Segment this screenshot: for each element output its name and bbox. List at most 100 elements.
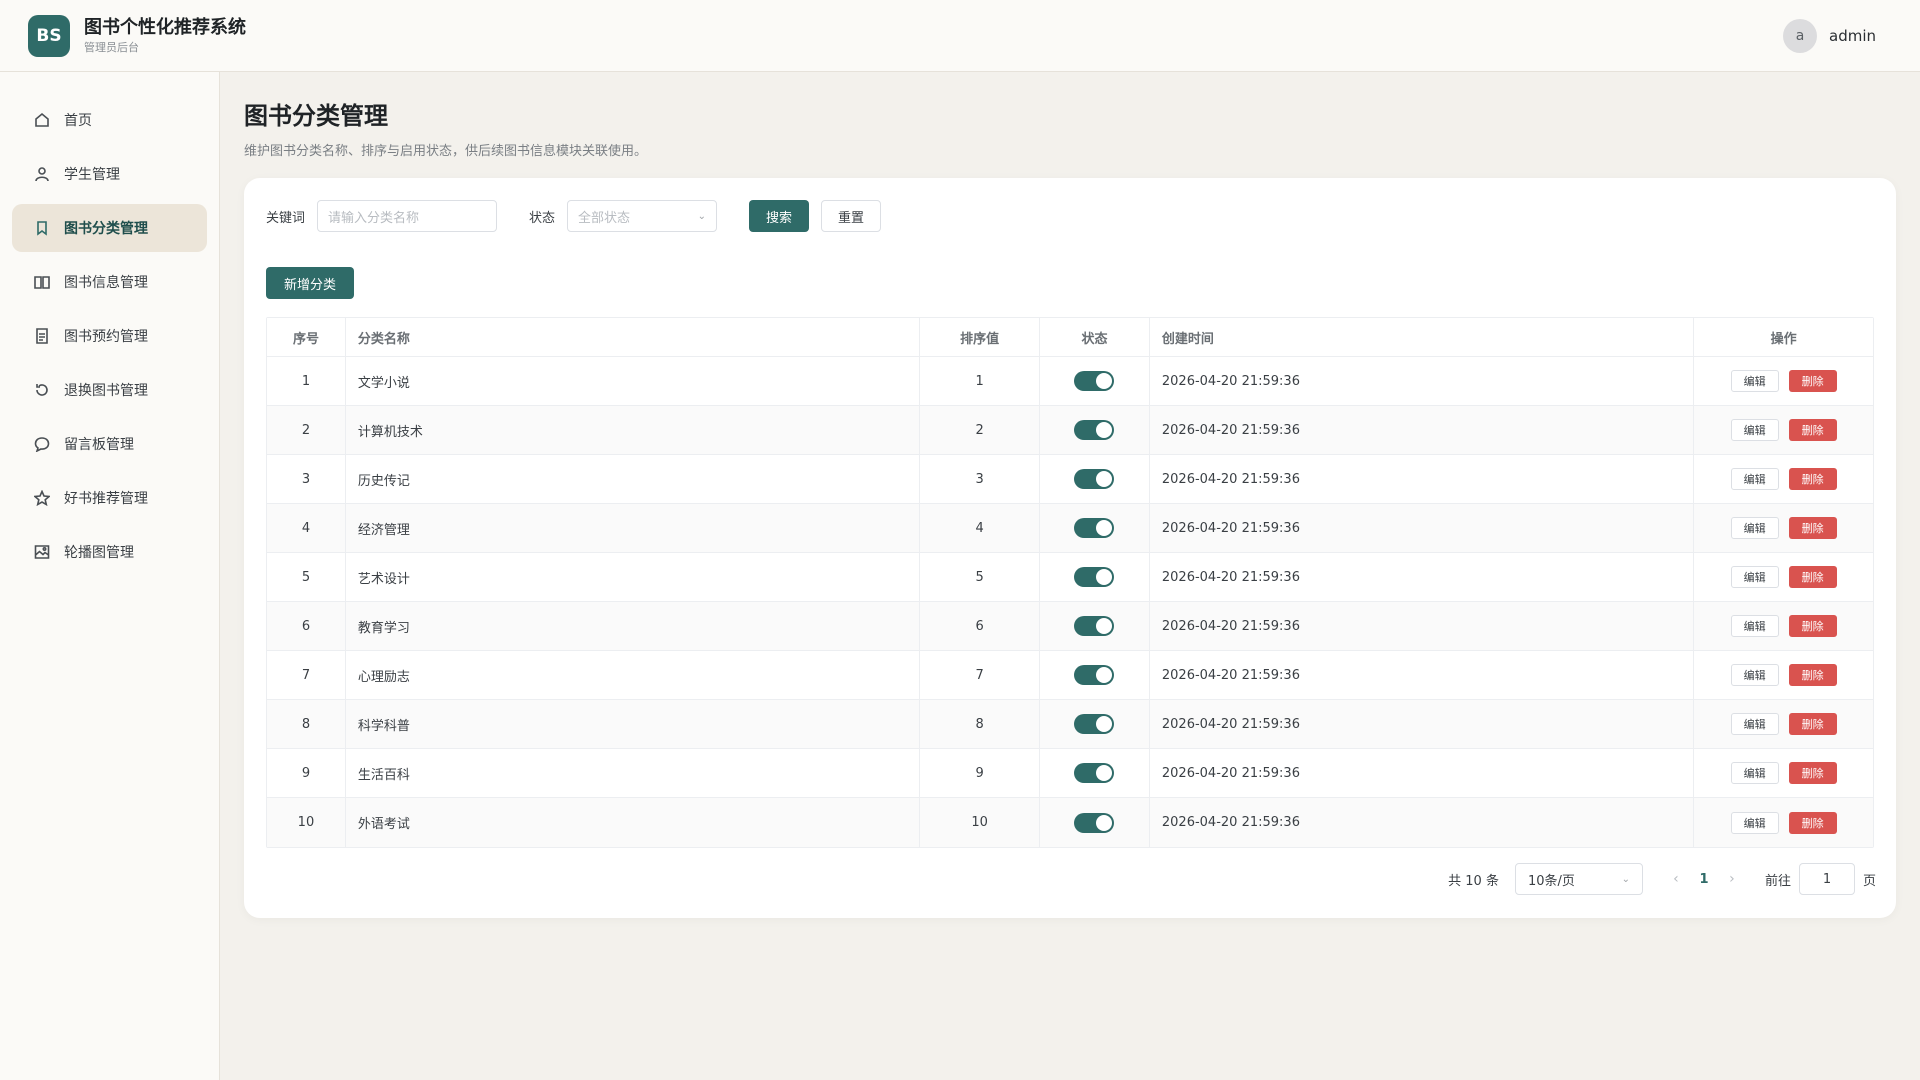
status-toggle[interactable]: [1074, 714, 1115, 734]
delete-button[interactable]: 删除: [1788, 419, 1837, 441]
edit-button[interactable]: 编辑: [1730, 370, 1779, 392]
prev-page-icon[interactable]: ‹: [1663, 871, 1689, 887]
edit-button[interactable]: 编辑: [1730, 517, 1779, 539]
sidebar-item-carousel[interactable]: 轮播图管理: [12, 528, 207, 576]
row-ops: 编辑 删除: [1694, 602, 1873, 650]
next-page-icon[interactable]: ›: [1719, 871, 1745, 887]
table-row: 7 心理励志 7 2026-04-20 21:59:36 编辑 删除: [267, 651, 1873, 700]
sidebar-item-book-info[interactable]: 图书信息管理: [12, 258, 207, 306]
row-created: 2026-04-20 21:59:36: [1150, 504, 1695, 552]
reset-button[interactable]: 重置: [821, 200, 882, 232]
header-ops: 操作: [1770, 331, 1797, 347]
status-toggle[interactable]: [1074, 518, 1115, 538]
sidebar-item-students[interactable]: 学生管理: [12, 150, 207, 198]
table-row: 1 文学小说 1 2026-04-20 21:59:36 编辑 删除: [267, 357, 1873, 406]
row-sort: 4: [920, 504, 1041, 552]
username[interactable]: admin: [1829, 27, 1876, 45]
keyword-label: 关键词: [266, 210, 306, 226]
table-header-row: 序号 分类名称 排序值 状态 创建时间 操作: [267, 318, 1873, 357]
add-category-button[interactable]: 新增分类: [266, 267, 354, 299]
row-index: 9: [267, 749, 346, 797]
header-name: 分类名称: [346, 318, 921, 356]
edit-button[interactable]: 编辑: [1730, 468, 1779, 490]
row-ops: 编辑 删除: [1694, 798, 1873, 847]
goto-page-input[interactable]: 1: [1798, 863, 1855, 895]
row-sort: 1: [920, 357, 1041, 405]
image-icon: [34, 544, 50, 560]
avatar[interactable]: a: [1783, 18, 1817, 53]
row-created: 2026-04-20 21:59:36: [1150, 651, 1695, 699]
delete-button[interactable]: 删除: [1788, 713, 1837, 735]
row-sort: 7: [920, 651, 1041, 699]
row-ops: 编辑 删除: [1694, 357, 1873, 405]
row-sort: 10: [920, 798, 1041, 847]
chevron-down-icon: ⌄: [1621, 873, 1630, 885]
table-row: 9 生活百科 9 2026-04-20 21:59:36 编辑 删除: [267, 749, 1873, 798]
status-select[interactable]: 全部状态 ⌄: [567, 200, 718, 232]
sidebar-item-label: 图书信息管理: [64, 275, 148, 291]
row-index: 4: [267, 504, 346, 552]
edit-button[interactable]: 编辑: [1730, 419, 1779, 441]
row-created: 2026-04-20 21:59:36: [1150, 700, 1695, 748]
table-row: 10 外语考试 10 2026-04-20 21:59:36 编辑 删除: [267, 798, 1873, 847]
status-toggle[interactable]: [1074, 469, 1115, 489]
table-row: 5 艺术设计 5 2026-04-20 21:59:36 编辑 删除: [267, 553, 1873, 602]
sidebar-item-recommendations[interactable]: 好书推荐管理: [12, 474, 207, 522]
table-row: 3 历史传记 3 2026-04-20 21:59:36 编辑 删除: [267, 455, 1873, 504]
delete-button[interactable]: 删除: [1788, 566, 1837, 588]
delete-button[interactable]: 删除: [1788, 664, 1837, 686]
status-toggle[interactable]: [1074, 420, 1115, 440]
page-size-select[interactable]: 10条/页 ⌄: [1514, 863, 1643, 895]
star-icon: [34, 490, 50, 506]
keyword-input[interactable]: 请输入分类名称: [317, 200, 498, 232]
message-icon: [34, 436, 50, 452]
status-toggle[interactable]: [1074, 567, 1115, 587]
current-page[interactable]: 1: [1689, 872, 1719, 887]
row-created: 2026-04-20 21:59:36: [1150, 357, 1695, 405]
row-sort: 8: [920, 700, 1041, 748]
status-toggle[interactable]: [1074, 763, 1115, 783]
status-toggle[interactable]: [1074, 665, 1115, 685]
row-status-cell: [1040, 455, 1150, 503]
status-toggle[interactable]: [1074, 371, 1115, 391]
row-index: 2: [267, 406, 346, 454]
header-sort: 排序值: [920, 318, 1041, 356]
delete-button[interactable]: 删除: [1788, 615, 1837, 637]
row-name: 心理励志: [346, 651, 921, 699]
sidebar-item-label: 图书预约管理: [64, 329, 148, 345]
pagination: 共 10 条 10条/页 ⌄ ‹ 1 › 前往 1 页: [1448, 863, 1876, 895]
sidebar-item-book-returns[interactable]: 退换图书管理: [12, 366, 207, 414]
row-index: 8: [267, 700, 346, 748]
header-status: 状态: [1040, 318, 1150, 356]
delete-button[interactable]: 删除: [1788, 517, 1837, 539]
delete-button[interactable]: 删除: [1788, 811, 1837, 834]
edit-button[interactable]: 编辑: [1730, 811, 1779, 834]
sidebar-item-book-categories[interactable]: 图书分类管理: [12, 204, 207, 252]
row-created: 2026-04-20 21:59:36: [1150, 749, 1695, 797]
sidebar-item-book-reservations[interactable]: 图书预约管理: [12, 312, 207, 360]
delete-button[interactable]: 删除: [1788, 762, 1837, 784]
sidebar-item-message-board[interactable]: 留言板管理: [12, 420, 207, 468]
page-title: 图书分类管理: [244, 102, 388, 130]
filter-bar: 关键词 请输入分类名称 状态 全部状态 ⌄ 搜索 重置: [266, 200, 882, 232]
edit-button[interactable]: 编辑: [1730, 762, 1779, 784]
row-index: 7: [267, 651, 346, 699]
edit-button[interactable]: 编辑: [1730, 664, 1779, 686]
edit-button[interactable]: 编辑: [1730, 566, 1779, 588]
row-status-cell: [1040, 504, 1150, 552]
sidebar: 首页 学生管理 图书分类管理 图书信息管理 图书预约管理 退换图书管理 留言板管…: [0, 72, 220, 1080]
status-label: 状态: [529, 210, 556, 226]
search-button[interactable]: 搜索: [749, 200, 810, 232]
status-toggle[interactable]: [1074, 812, 1115, 833]
delete-button[interactable]: 删除: [1788, 468, 1837, 490]
row-index: 5: [267, 553, 346, 601]
row-status-cell: [1040, 700, 1150, 748]
app-title: 图书个性化推荐系统: [84, 16, 246, 38]
user-menu[interactable]: a admin: [1783, 18, 1892, 53]
sidebar-item-home[interactable]: 首页: [12, 96, 207, 144]
edit-button[interactable]: 编辑: [1730, 615, 1779, 637]
delete-button[interactable]: 删除: [1788, 370, 1837, 392]
row-sort: 2: [920, 406, 1041, 454]
edit-button[interactable]: 编辑: [1730, 713, 1779, 735]
status-toggle[interactable]: [1074, 616, 1115, 636]
